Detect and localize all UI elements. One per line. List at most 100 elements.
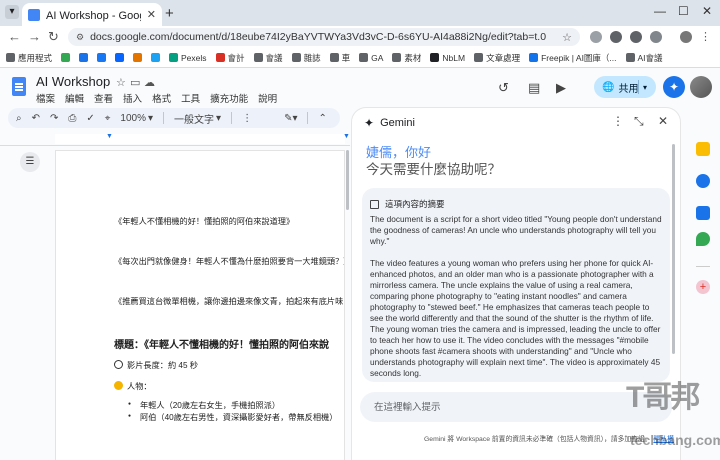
back-icon[interactable]: ←	[8, 29, 21, 44]
bookmark-item[interactable]: 雜誌	[291, 52, 321, 64]
print-icon[interactable]: ⎙	[68, 113, 76, 124]
url-text[interactable]: docs.google.com/document/d/18eube74I2yBa…	[90, 31, 556, 43]
extension-icon[interactable]	[590, 31, 602, 43]
bookmark-item[interactable]: Pexels	[169, 53, 207, 63]
profile-avatar[interactable]	[680, 31, 692, 43]
bookmark-item[interactable]: 文章處理	[474, 52, 520, 64]
video-length-line[interactable]: 影片長度：約 45 秒	[114, 359, 198, 371]
menu-item[interactable]: 查看	[94, 91, 113, 105]
watermark-logo: T哥邦	[626, 381, 700, 414]
right-indent-marker[interactable]: ▼	[343, 133, 350, 140]
people-line[interactable]: 人物：	[114, 380, 152, 392]
bookmark-item[interactable]: GA	[359, 53, 383, 63]
bookmark-item[interactable]	[79, 53, 89, 62]
contacts-icon[interactable]	[696, 206, 710, 220]
maps-icon[interactable]	[696, 232, 710, 246]
document-scrollbar[interactable]	[346, 150, 349, 210]
star-icon[interactable]: ☆	[116, 76, 126, 89]
close-tab-icon[interactable]: ✕	[147, 8, 156, 21]
extension-icon[interactable]	[650, 31, 662, 43]
menu-item[interactable]: 擴充功能	[210, 91, 248, 105]
collapse-toolbar-icon[interactable]: ⌃	[318, 113, 326, 124]
summary-paragraph: The document is a script for a short vid…	[370, 214, 662, 246]
maximize-icon[interactable]: ☐	[678, 4, 689, 18]
new-tab-button[interactable]: +	[165, 5, 174, 22]
collapse-panel-icon[interactable]: ⤡	[634, 114, 644, 129]
menu-item[interactable]: 編輯	[65, 91, 84, 105]
gemini-scrollbar[interactable]	[672, 144, 675, 354]
search-menus-icon[interactable]: ⌕	[16, 113, 22, 124]
bookmark-label: NbLM	[442, 52, 466, 63]
reload-icon[interactable]: ↻	[48, 29, 59, 45]
doc-heading[interactable]: 標題：《年輕人不懂相機的好！懂拍照的阿伯來說	[114, 336, 329, 351]
menu-item[interactable]: 工具	[181, 91, 200, 105]
bookmarks-bar: 應用程式 Pexels 會計 會議 雜誌 車 GA 素材 NbLM 文章處理 Freepik | A…	[0, 48, 720, 68]
menu-item[interactable]: 說明	[258, 91, 277, 105]
menu-item[interactable]: 插入	[123, 91, 142, 105]
close-window-icon[interactable]: ✕	[702, 4, 712, 18]
gemini-toggle-button[interactable]: ✦	[663, 76, 685, 98]
gemini-sparkle-icon: ✦	[364, 116, 375, 130]
tab-search-icon[interactable]: ▾	[5, 5, 19, 19]
move-folder-icon[interactable]: ▭	[130, 76, 140, 89]
undo-icon[interactable]: ↶	[32, 113, 40, 124]
comments-icon[interactable]: ▤	[528, 80, 540, 96]
document-outline-icon[interactable]: ☰	[20, 152, 40, 172]
paint-format-icon[interactable]: ⌖	[105, 113, 111, 124]
paragraph-style-select[interactable]: 一般文字 ▾	[174, 111, 221, 126]
zoom-select[interactable]: 100% ▾	[120, 113, 153, 124]
editing-mode-icon[interactable]: ✎▾	[284, 113, 297, 124]
minimize-icon[interactable]: —	[654, 4, 666, 18]
bookmark-item[interactable]	[61, 53, 71, 62]
address-bar[interactable]: ⚙ docs.google.com/document/d/18eube74I2y…	[68, 28, 580, 46]
chevron-down-icon: ▾	[148, 112, 154, 124]
menu-item[interactable]: 檔案	[36, 91, 55, 105]
docs-logo-icon[interactable]	[12, 77, 26, 96]
bookmark-item[interactable]	[115, 53, 125, 62]
bookmark-item[interactable]	[133, 53, 143, 62]
bookmark-item[interactable]	[97, 53, 107, 62]
bookmark-item[interactable]: 會計	[215, 52, 245, 64]
people-label: 人物：	[127, 382, 152, 391]
browser-tab[interactable]: AI Workshop - Google 文件 ✕	[22, 3, 162, 26]
close-icon[interactable]: ✕	[658, 114, 668, 128]
doc-line[interactable]: 《年輕人不懂相機的好！懂拍照的阿伯來說道理》	[114, 215, 294, 227]
meet-icon[interactable]: ▶	[556, 80, 566, 96]
chevron-down-icon[interactable]: ▾	[643, 83, 647, 92]
menu-item[interactable]: 格式	[152, 91, 171, 105]
bookmark-item[interactable]: Freepik | AI圖庫（...	[529, 52, 617, 64]
forward-icon[interactable]: →	[28, 29, 41, 44]
bookmark-item[interactable]: 應用程式	[6, 52, 52, 64]
more-options-icon[interactable]: ⋮	[242, 113, 252, 124]
tasks-icon[interactable]	[696, 174, 710, 188]
more-menu-icon[interactable]: ⋮	[700, 30, 711, 43]
share-button[interactable]: 🌐 共用 ▾	[594, 76, 656, 98]
extensions-puzzle-icon[interactable]	[630, 31, 642, 43]
bookmark-item[interactable]: AI會議	[625, 52, 663, 64]
bookmark-star-icon[interactable]: ☆	[562, 31, 572, 44]
more-options-icon[interactable]: ⋮	[612, 114, 624, 128]
list-item[interactable]: 阿伯（40歲左右男性，資深攝影愛好者，帶無反相機）	[128, 411, 337, 423]
document-title[interactable]: AI Workshop	[36, 74, 110, 89]
bookmark-item[interactable]: NbLM	[430, 53, 465, 63]
version-history-icon[interactable]: ↺	[498, 80, 509, 96]
extension-icon[interactable]	[610, 31, 622, 43]
add-addon-icon[interactable]: +	[696, 280, 710, 294]
spellcheck-icon[interactable]: ✓	[86, 113, 94, 124]
keep-icon[interactable]	[696, 142, 710, 156]
side-rail: +	[690, 130, 718, 330]
docs-header: AI Workshop ☆ ▭ ☁ 檔案 編輯 查看 插入 格式 工具 擴充功能 說明 ↺ ▤…	[0, 68, 720, 106]
redo-icon[interactable]: ↷	[50, 113, 58, 124]
bookmark-item[interactable]: 素材	[392, 52, 421, 64]
site-info-icon[interactable]: ⚙	[76, 32, 84, 43]
bookmark-item[interactable]: 車	[329, 52, 350, 64]
left-indent-marker[interactable]: ▼	[106, 133, 113, 140]
bookmark-item[interactable]: 會議	[253, 52, 283, 64]
bookmark-item[interactable]	[151, 53, 161, 62]
stopwatch-icon	[114, 360, 123, 369]
user-avatar[interactable]	[690, 76, 712, 98]
doc-line[interactable]: 《每次出門就像健身！年輕人不懂為什麼拍照要背一大堆鏡頭？》	[114, 255, 344, 267]
doc-line[interactable]: 《推薦買這台微單相機，讓你邊拍邊來像文青，拍起來有底片味！》	[114, 295, 344, 307]
document-page[interactable]: 《年輕人不懂相機的好！懂拍照的阿伯來說道理》 《每次出門就像健身！年輕人不懂為什…	[55, 150, 345, 460]
list-item[interactable]: 年輕人（20歲左右女生，手機拍照派）	[128, 399, 280, 411]
